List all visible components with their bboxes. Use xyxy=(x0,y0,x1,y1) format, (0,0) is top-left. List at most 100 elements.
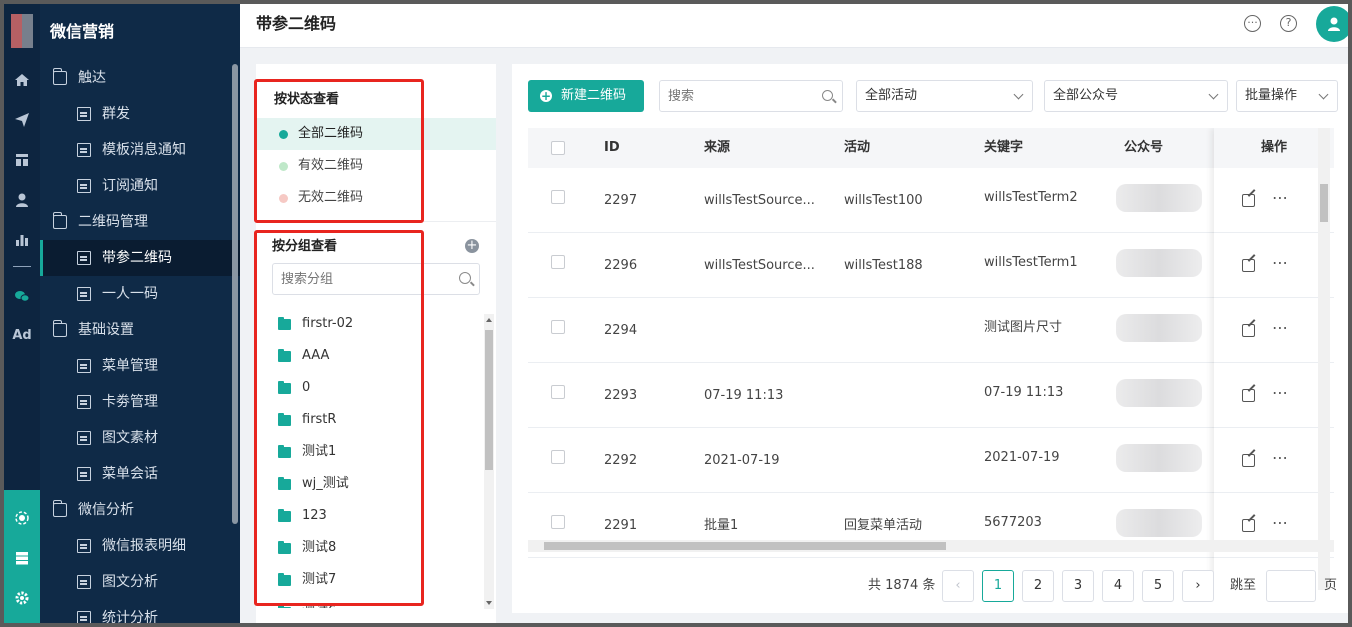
sidebar-item[interactable]: 菜单会话 xyxy=(40,456,240,492)
cell-id: 2292 xyxy=(604,453,638,468)
user-icon[interactable] xyxy=(4,188,40,212)
sidebar-item[interactable]: 图文素材 xyxy=(40,420,240,456)
edit-icon[interactable] xyxy=(1242,324,1255,337)
group-highlight-box xyxy=(254,230,424,606)
jump-page-input[interactable] xyxy=(1266,570,1316,602)
sidebar-scrollbar[interactable] xyxy=(232,64,238,524)
table-vertical-scrollbar[interactable] xyxy=(1318,128,1330,590)
help-icon[interactable]: ? xyxy=(1280,15,1297,32)
group-list-scrollbar[interactable] xyxy=(484,314,494,609)
page-icon xyxy=(77,395,91,409)
edit-icon[interactable] xyxy=(1242,454,1255,467)
sidebar-item-label: 菜单会话 xyxy=(102,466,158,482)
column-header-source[interactable]: 来源 xyxy=(704,128,730,168)
row-checkbox[interactable] xyxy=(551,190,565,204)
prev-page-button[interactable]: ‹ xyxy=(942,570,974,602)
new-qrcode-label: 新建二维码 xyxy=(561,88,627,103)
edit-icon[interactable] xyxy=(1242,259,1255,272)
wechat-icon[interactable] xyxy=(4,284,40,308)
cell-keyword: willsTestTerm2 xyxy=(984,190,1078,205)
message-icon[interactable]: ··· xyxy=(1244,15,1261,32)
pagination-total: 共 1874 条 xyxy=(868,578,936,593)
row-checkbox[interactable] xyxy=(551,320,565,334)
edit-icon[interactable] xyxy=(1242,194,1255,207)
more-icon[interactable]: ⋯ xyxy=(1272,383,1289,403)
scroll-up-arrow[interactable] xyxy=(486,318,492,322)
page-button[interactable]: 1 xyxy=(982,570,1014,602)
sidebar-item-label: 微信分析 xyxy=(78,502,134,518)
search-icon[interactable] xyxy=(459,272,471,284)
row-checkbox[interactable] xyxy=(551,515,565,529)
table-horizontal-scrollbar[interactable] xyxy=(528,540,1334,552)
add-group-icon[interactable]: + xyxy=(465,239,479,253)
edit-icon[interactable] xyxy=(1242,519,1255,532)
sidebar-item[interactable]: 带参二维码 xyxy=(40,240,240,276)
sidebar-item[interactable]: 二维码管理 xyxy=(40,204,240,240)
activity-select-value: 全部活动 xyxy=(865,88,918,103)
activity-select[interactable]: 全部活动 xyxy=(856,80,1033,112)
row-checkbox[interactable] xyxy=(551,255,565,269)
batch-operation-button[interactable]: 批量操作 xyxy=(1236,80,1338,112)
sidebar-item[interactable]: 统计分析 xyxy=(40,600,240,623)
bar-chart-icon[interactable] xyxy=(4,228,40,252)
scroll-down-arrow[interactable] xyxy=(486,601,492,605)
next-page-button[interactable]: › xyxy=(1182,570,1214,602)
new-qrcode-button[interactable]: + 新建二维码 xyxy=(528,80,644,112)
sidebar-item[interactable]: 微信分析 xyxy=(40,492,240,528)
send-icon[interactable] xyxy=(4,108,40,132)
page-icon xyxy=(77,431,91,445)
sidebar-item-label: 群发 xyxy=(102,106,130,122)
table-row: 2296 willsTestSource... willsTest188 willsT… xyxy=(528,233,1318,298)
sidebar-item[interactable]: 卡劵管理 xyxy=(40,384,240,420)
table-row: 2297 willsTestSource... willsTest100 willsT… xyxy=(528,168,1318,233)
home-icon[interactable] xyxy=(4,68,40,92)
user-avatar[interactable] xyxy=(1316,6,1348,42)
more-icon[interactable]: ⋯ xyxy=(1272,513,1289,533)
more-icon[interactable]: ⋯ xyxy=(1272,253,1289,273)
layout-icon[interactable] xyxy=(4,148,40,172)
page-button[interactable]: 3 xyxy=(1062,570,1094,602)
scroll-thumb[interactable] xyxy=(544,542,946,550)
sidebar-item[interactable]: 微信报表明细 xyxy=(40,528,240,564)
settings-gear-icon[interactable] xyxy=(4,586,40,610)
page-button[interactable]: 2 xyxy=(1022,570,1054,602)
column-header-account[interactable]: 公众号 xyxy=(1124,128,1163,168)
sidebar-item[interactable]: 触达 xyxy=(40,60,240,96)
select-all-checkbox[interactable] xyxy=(551,141,565,155)
ad-icon[interactable]: Ad xyxy=(4,324,40,348)
network-icon[interactable] xyxy=(4,506,40,530)
scroll-thumb[interactable] xyxy=(1320,184,1328,222)
page-button[interactable]: 4 xyxy=(1102,570,1134,602)
sidebar-item[interactable]: 一人一码 xyxy=(40,276,240,312)
sidebar-item[interactable]: 模板消息通知 xyxy=(40,132,240,168)
folder-icon xyxy=(52,500,67,517)
sidebar-item-label: 带参二维码 xyxy=(102,250,172,266)
sidebar-item[interactable]: 图文分析 xyxy=(40,564,240,600)
column-header-id[interactable]: ID xyxy=(604,128,620,168)
server-icon[interactable] xyxy=(4,546,40,570)
actions-cell: ⋯ xyxy=(1214,428,1334,493)
page-icon xyxy=(77,107,91,121)
more-icon[interactable]: ⋯ xyxy=(1272,448,1289,468)
scroll-thumb[interactable] xyxy=(485,330,493,470)
page-button[interactable]: 5 xyxy=(1142,570,1174,602)
qrcode-table: ID 来源 活动 关键字 公众号 2297 willsTestSource... w… xyxy=(528,128,1334,590)
qrcode-search-input[interactable] xyxy=(659,80,843,112)
sidebar-item[interactable]: 群发 xyxy=(40,96,240,132)
search-icon[interactable] xyxy=(822,90,833,101)
sidebar-item-label: 图文素材 xyxy=(102,430,158,446)
more-icon[interactable]: ⋯ xyxy=(1272,188,1289,208)
row-checkbox[interactable] xyxy=(551,450,565,464)
row-checkbox[interactable] xyxy=(551,385,565,399)
status-highlight-box xyxy=(254,79,424,223)
edit-icon[interactable] xyxy=(1242,389,1255,402)
sidebar-item[interactable]: 菜单管理 xyxy=(40,348,240,384)
column-header-activity[interactable]: 活动 xyxy=(844,128,870,168)
icon-rail: Ad xyxy=(4,4,40,623)
sidebar-item[interactable]: 基础设置 xyxy=(40,312,240,348)
plus-icon: + xyxy=(540,89,552,103)
account-select[interactable]: 全部公众号 xyxy=(1044,80,1228,112)
more-icon[interactable]: ⋯ xyxy=(1272,318,1289,338)
column-header-keyword[interactable]: 关键字 xyxy=(984,128,1023,168)
sidebar-item[interactable]: 订阅通知 xyxy=(40,168,240,204)
